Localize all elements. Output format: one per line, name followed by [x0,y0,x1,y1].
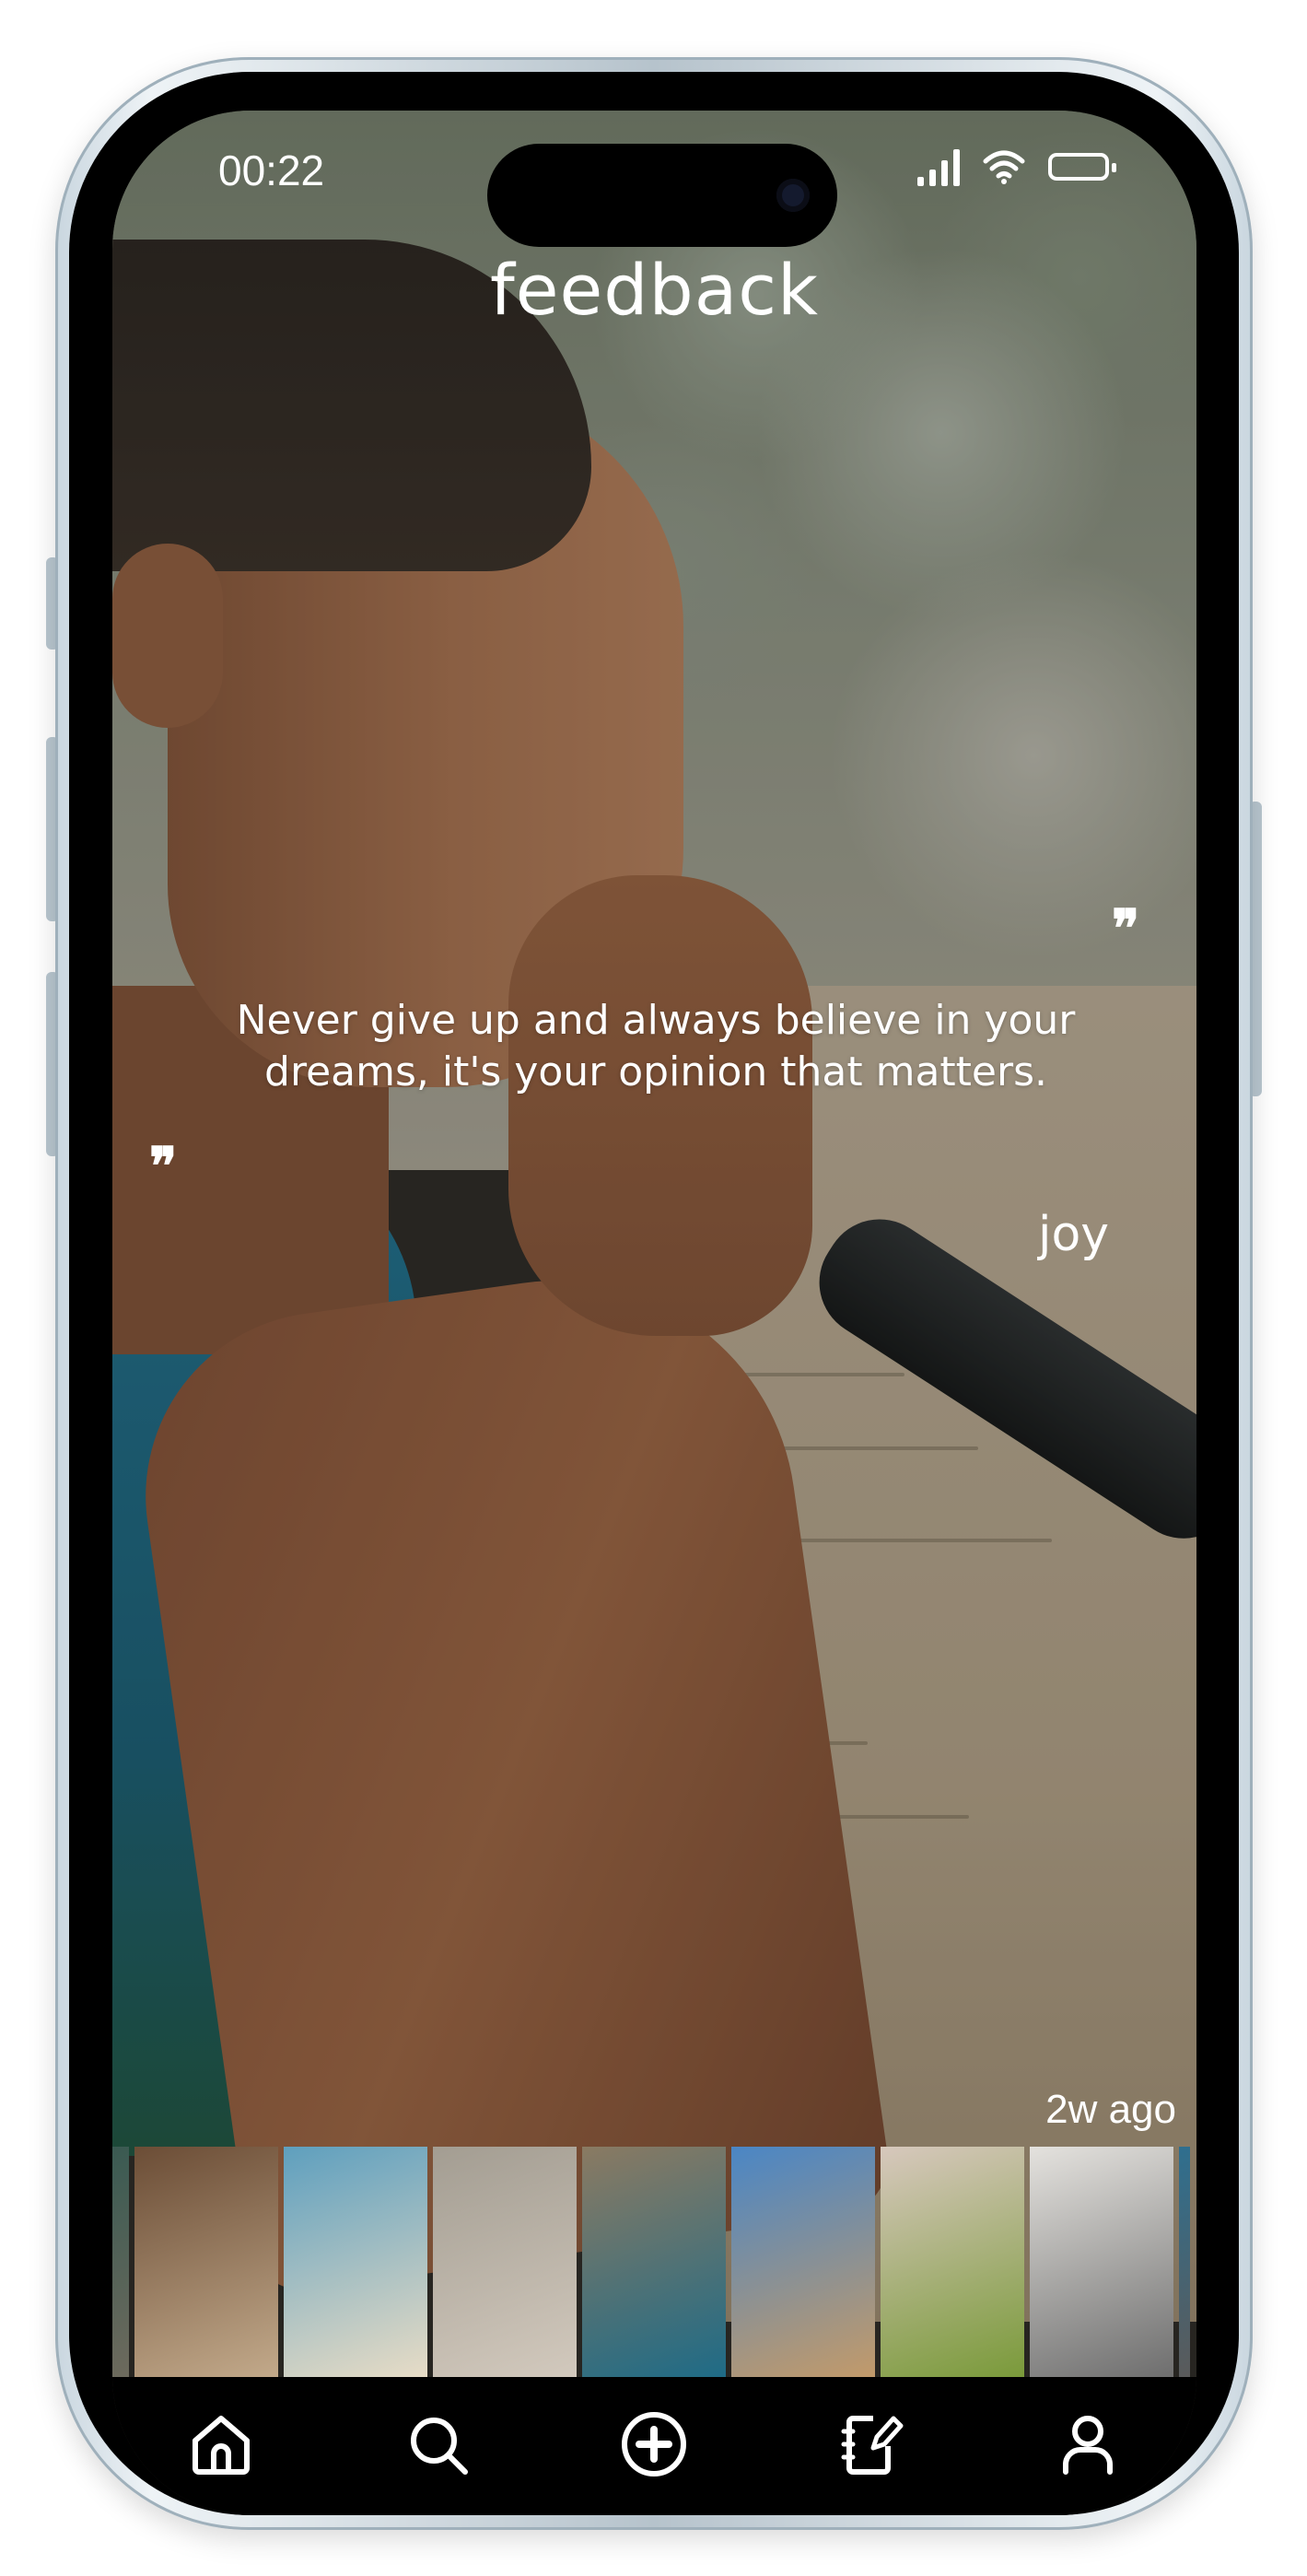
dynamic-island [487,144,837,247]
status-time: 00:22 [218,146,325,194]
nav-journal[interactable] [830,2403,913,2486]
post-timestamp: 2w ago [1045,2087,1176,2132]
thumbnail[interactable] [1030,2147,1173,2377]
status-icons [917,147,1116,186]
battery-icon [1048,153,1116,181]
search-icon [411,2418,469,2475]
wifi-icon [983,150,1025,184]
bottom-nav [112,2377,1196,2515]
quote-author: joy [1038,1207,1110,1262]
cellular-signal-icon [917,147,960,186]
thumbnail[interactable] [284,2147,427,2377]
nav-search[interactable] [396,2403,479,2486]
thumbnail[interactable] [582,2147,726,2377]
plus-circle-icon [622,2412,687,2476]
thumbnail[interactable] [134,2147,278,2377]
nav-add[interactable] [613,2403,695,2486]
thumbnail[interactable] [112,2147,129,2377]
front-camera [776,179,810,212]
open-quote-icon: ❞ [149,1136,178,1197]
nav-profile[interactable] [1046,2403,1129,2486]
page-title: feedback [489,249,820,331]
thumbnail[interactable] [731,2147,875,2377]
nav-home[interactable] [180,2403,263,2486]
app-screen: 00:22 feedback ❞ Never give up and alway… [112,111,1196,2515]
user-icon [1063,2416,1114,2475]
notebook-edit-icon [841,2416,904,2475]
close-quote-icon: ❞ [1112,898,1140,959]
thumbnail[interactable] [1179,2147,1190,2377]
thumbnail[interactable] [881,2147,1024,2377]
home-icon [192,2416,250,2475]
thumbnail-strip[interactable] [112,2147,1196,2377]
feedback-quote: Never give up and always believe in your… [236,997,1076,1095]
thumbnail[interactable] [433,2147,577,2377]
